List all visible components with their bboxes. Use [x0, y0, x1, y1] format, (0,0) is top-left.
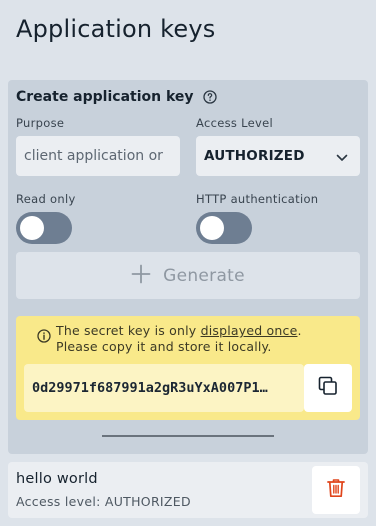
divider	[102, 435, 274, 437]
page-header: Application keys	[0, 0, 376, 64]
http-auth-label: HTTP authentication	[196, 192, 319, 206]
access-level-value: AUTHORIZED	[204, 148, 305, 164]
key-name: hello world	[16, 471, 98, 487]
generate-label: Generate	[163, 265, 245, 286]
create-key-title-text: Create application key	[16, 89, 194, 105]
secret-key-field[interactable]: 0d29971f687991a2gR3uYxA007P1…	[24, 364, 304, 412]
create-key-title: Create application key	[16, 89, 217, 105]
delete-key-button[interactable]	[312, 466, 360, 514]
page-title: Application keys	[16, 15, 216, 43]
copy-icon	[318, 376, 338, 400]
plus-icon	[131, 264, 151, 288]
generate-button[interactable]: Generate	[16, 252, 360, 299]
help-icon[interactable]	[202, 90, 217, 104]
access-level-label: Access Level	[196, 116, 273, 130]
notice-text-link: displayed once	[200, 323, 298, 338]
toggle-knob	[20, 216, 44, 240]
key-list-item: hello world Access level: AUTHORIZED	[8, 462, 368, 518]
secret-key-value: 0d29971f687991a2gR3uYxA007P1…	[32, 380, 268, 396]
info-icon	[37, 328, 51, 343]
read-only-toggle[interactable]	[16, 212, 72, 244]
read-only-label: Read only	[16, 192, 76, 206]
access-level-select[interactable]: AUTHORIZED	[196, 136, 360, 176]
notice-text: The secret key is only displayed once. P…	[56, 323, 346, 355]
key-access-level: Access level: AUTHORIZED	[16, 494, 191, 509]
chevron-down-icon	[336, 147, 348, 166]
toggle-knob	[200, 216, 224, 240]
http-auth-toggle[interactable]	[196, 212, 252, 244]
secret-key-notice: The secret key is only displayed once. P…	[16, 316, 360, 420]
create-key-card: Create application key Purpose Access Le…	[8, 80, 368, 454]
notice-text-before: The secret key is only	[56, 323, 201, 338]
trash-icon	[327, 478, 345, 502]
purpose-label: Purpose	[16, 116, 65, 130]
purpose-input[interactable]	[16, 136, 180, 176]
copy-button[interactable]	[304, 364, 352, 412]
